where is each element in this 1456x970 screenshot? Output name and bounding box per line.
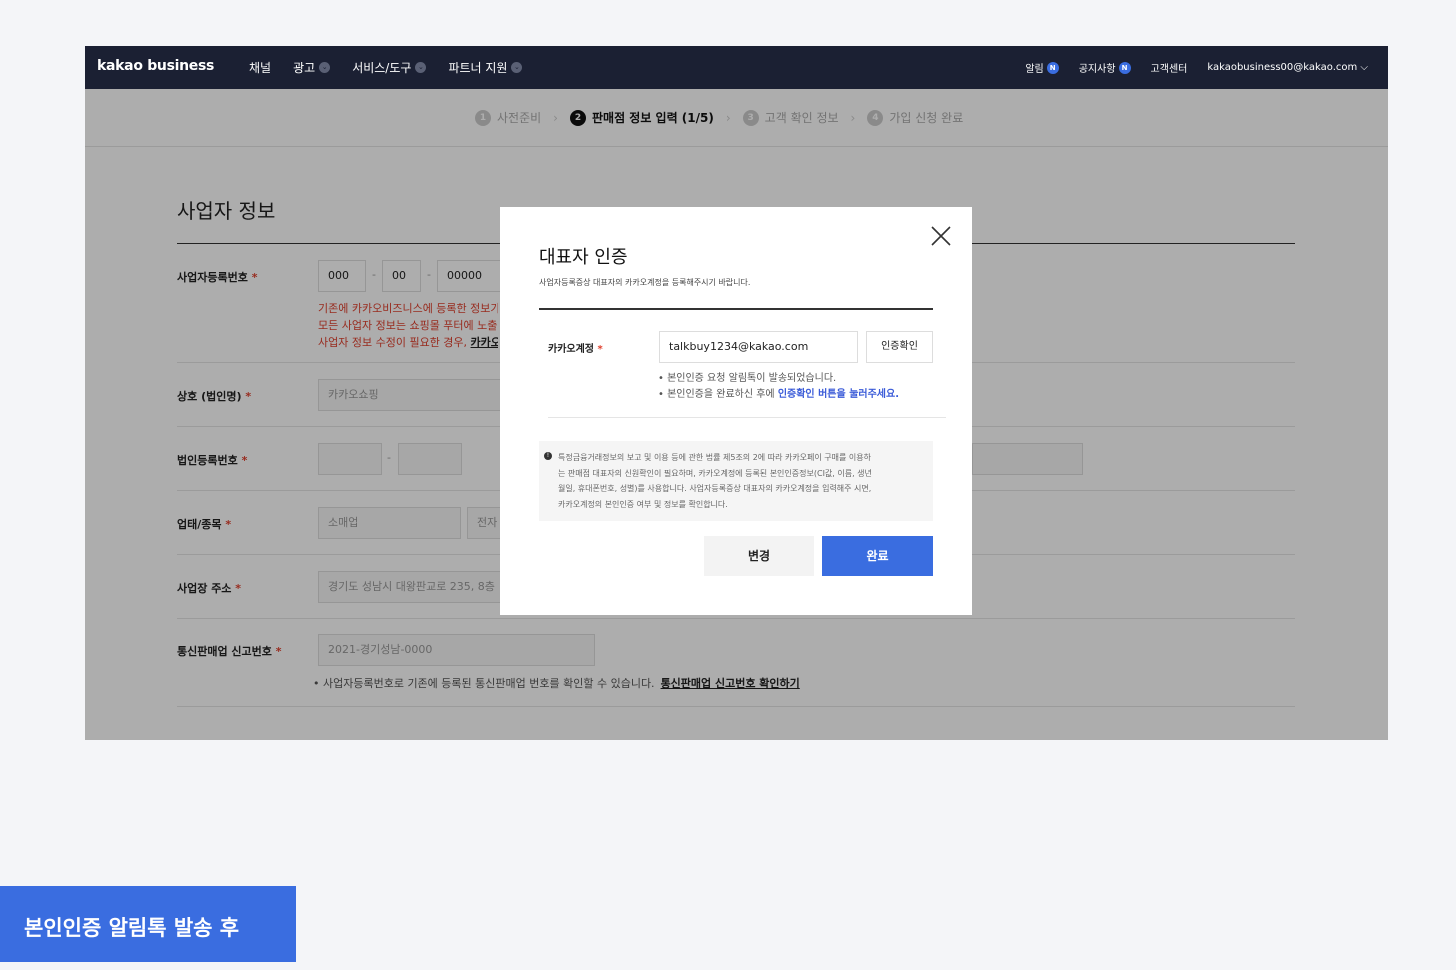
info-line: 는 판매점 대표자의 신원확인이 필요하며, 카카오계정에 등록된 본인인증정보… — [558, 468, 872, 478]
divider — [539, 308, 933, 310]
note-text: • 본인인증을 완료하신 후에 — [658, 389, 778, 400]
menu-item-channel[interactable]: 채널 — [249, 59, 271, 76]
notice-label: 공지사항 — [1078, 64, 1116, 75]
done-button[interactable]: 완료 — [822, 536, 933, 576]
note-line: • 본인인증 요청 알림톡이 발송되었습니다. — [658, 373, 837, 384]
kakao-business-logo[interactable]: kakao business — [97, 58, 214, 74]
info-icon: ! — [544, 452, 552, 460]
info-box: ! 특정금융거래정보의 보고 및 이용 등에 관한 법률 제5조의 2에 따라 … — [539, 441, 933, 521]
chevron-down-icon: ⌄ — [415, 62, 427, 73]
alarm-link[interactable]: 알림 N — [1025, 60, 1059, 75]
required-mark: * — [597, 344, 603, 355]
modal-subtitle: 사업자등록증상 대표자의 카카오계정을 등록해주시기 바랍니다. — [539, 278, 751, 287]
divider — [548, 417, 946, 418]
chevron-down-icon: ⌄ — [511, 62, 523, 73]
auth-notes: • 본인인증 요청 알림톡이 발송되었습니다. • 본인인증을 완료하신 후에 … — [658, 371, 899, 403]
label-text: 카카오계정 — [548, 344, 594, 355]
new-badge: N — [1046, 61, 1059, 74]
menu-item-partner[interactable]: 파트너 지원 ⌄ — [448, 59, 523, 76]
menu-label: 서비스/도구 — [352, 61, 412, 75]
menu-item-services[interactable]: 서비스/도구 ⌄ — [352, 59, 427, 76]
close-icon[interactable] — [928, 223, 954, 249]
note-line: • 본인인증을 완료하신 후에 인증확인 버튼을 눌러주세요. — [658, 387, 899, 403]
verify-button[interactable]: 인증확인 — [866, 331, 933, 363]
menu-item-ads[interactable]: 광고 ⌄ — [293, 59, 331, 76]
note-highlight: 인증확인 버튼을 눌러주세요. — [777, 389, 899, 400]
change-button[interactable]: 변경 — [704, 536, 814, 576]
new-badge: N — [1118, 61, 1131, 74]
info-line: 월일, 휴대폰번호, 성별)를 사용합니다. 사업자등록증상 대표자의 카카오계… — [558, 484, 872, 493]
top-navigation: kakao business 채널 광고 ⌄ 서비스/도구 ⌄ 파트너 지원 ⌄ 알림… — [85, 46, 1388, 89]
step-caption: 본인인증 알림톡 발송 후 — [0, 886, 296, 962]
alarm-label: 알림 — [1025, 64, 1044, 75]
kakao-account-input[interactable]: talkbuy1234@kakao.com — [659, 331, 858, 363]
notice-link[interactable]: 공지사항 N — [1079, 60, 1131, 75]
menu-label: 광고 — [293, 61, 316, 75]
info-line: 특정금융거래정보의 보고 및 이용 등에 관한 법률 제5조의 2에 따라 카카… — [558, 453, 872, 462]
representative-auth-modal: 대표자 인증 사업자등록증상 대표자의 카카오계정을 등록해주시기 바랍니다. … — [500, 207, 972, 615]
chevron-down-icon: ⌄ — [319, 62, 331, 73]
menu-label: 채널 — [249, 61, 272, 75]
menu-label: 파트너 지원 — [448, 61, 508, 75]
utility-nav: 알림 N 공지사항 N 고객센터 kakaobusiness00@kakao.com… — [1025, 60, 1368, 75]
modal-title: 대표자 인증 — [539, 247, 628, 268]
info-line: 카카오계정의 본인인증 여부 및 정보를 확인합니다. — [558, 499, 728, 509]
support-link[interactable]: 고객센터 — [1151, 60, 1188, 75]
kakao-account-label: 카카오계정 * — [548, 340, 603, 355]
main-menu: 채널 광고 ⌄ 서비스/도구 ⌄ 파트너 지원 ⌄ — [249, 59, 523, 76]
account-menu[interactable]: kakaobusiness00@kakao.com ⌵ — [1207, 62, 1368, 73]
